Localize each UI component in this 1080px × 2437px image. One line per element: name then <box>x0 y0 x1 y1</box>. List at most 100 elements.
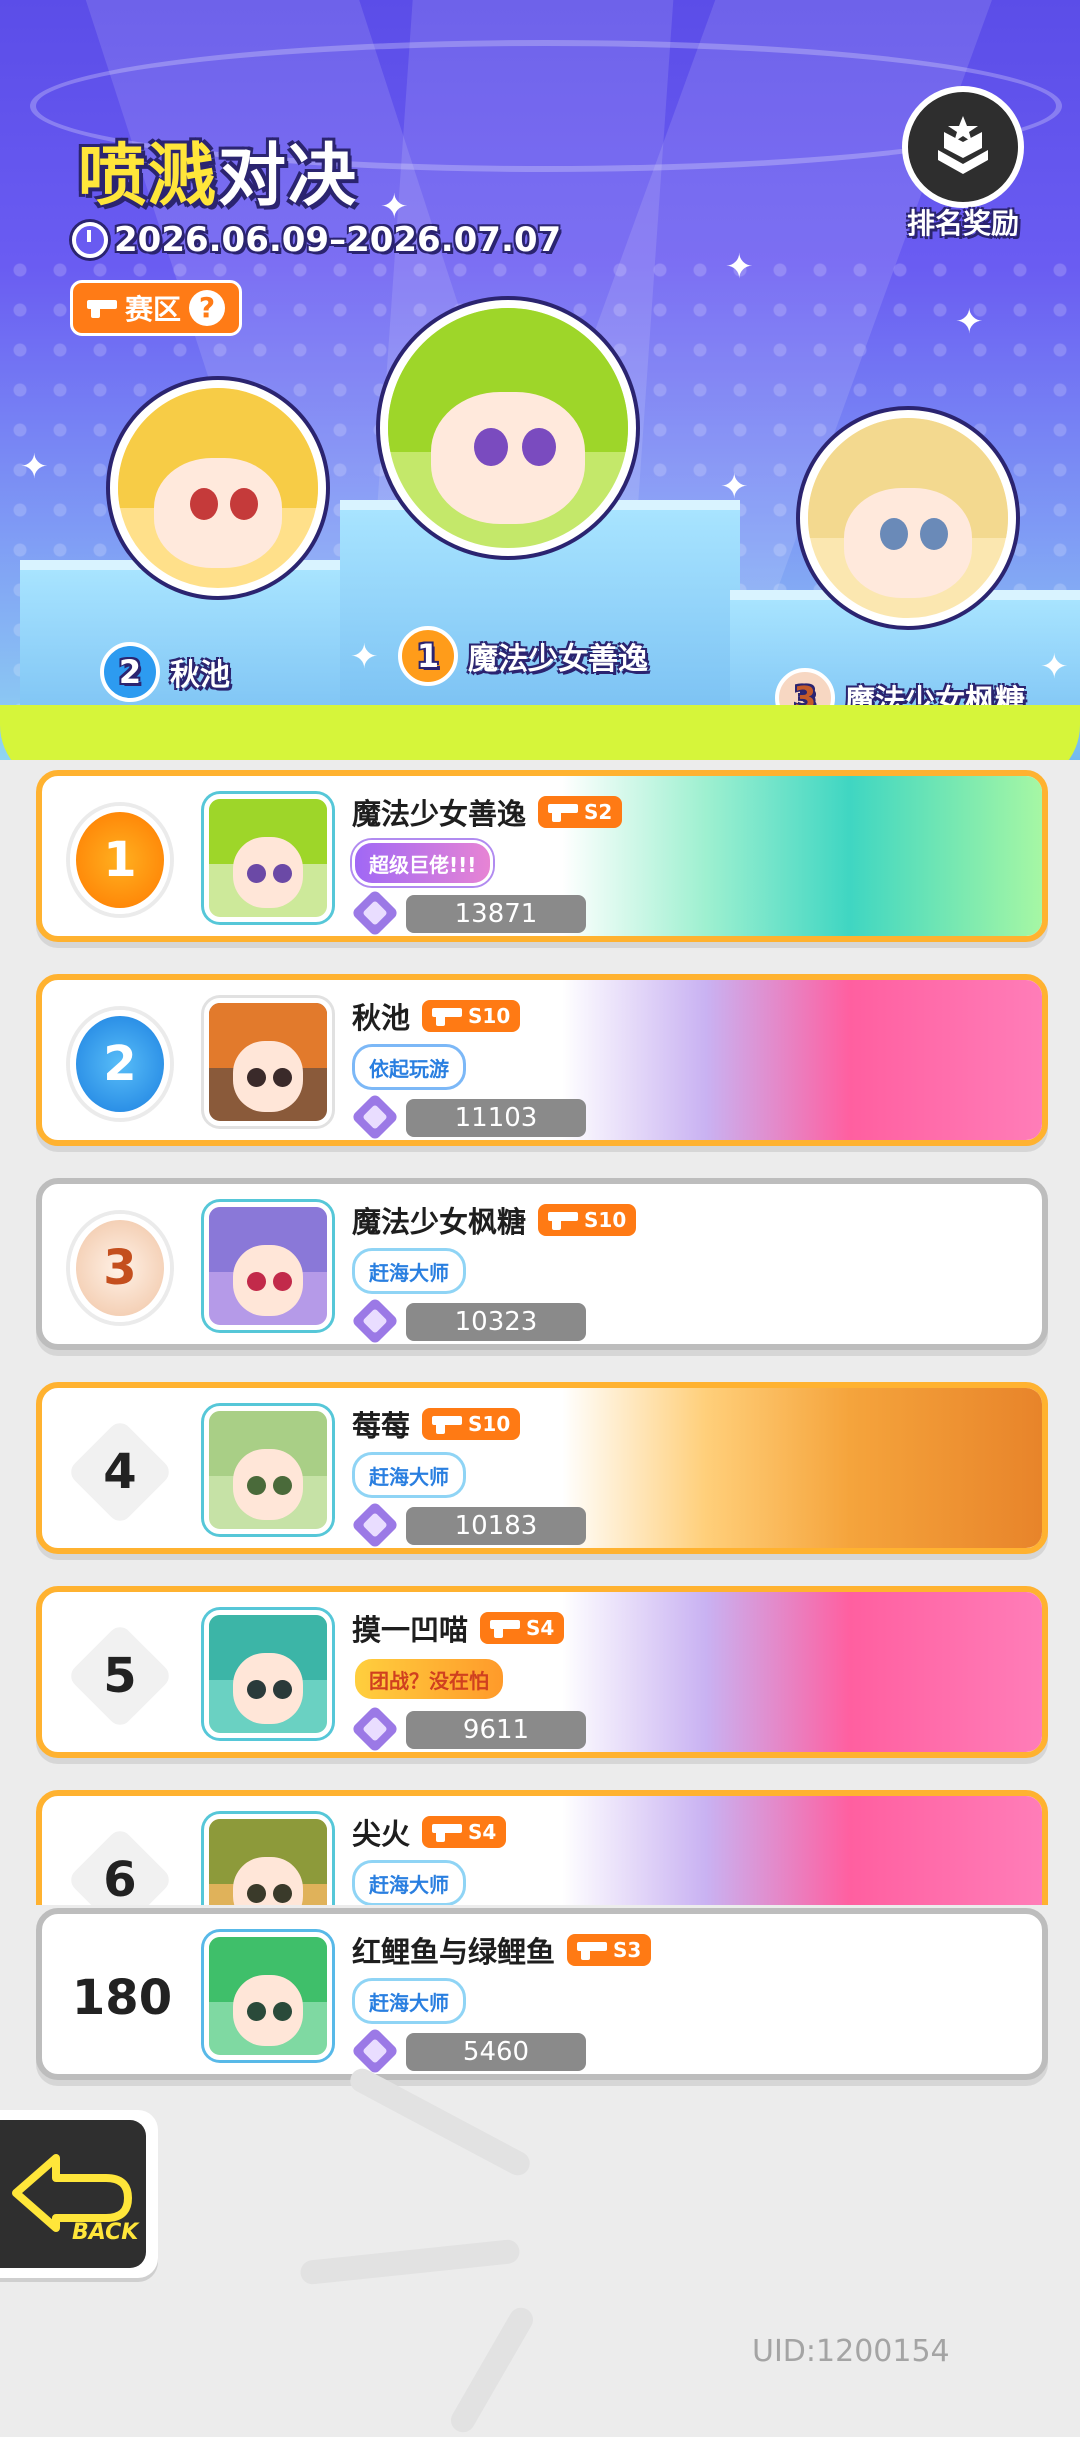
sparkle-icon: ✦ <box>350 637 379 677</box>
water-gun-icon <box>490 1618 521 1638</box>
rank-emblem-icon <box>352 1710 398 1750</box>
season-label: S10 <box>584 1208 627 1232</box>
background-doodle <box>346 2064 534 2180</box>
score-value: 11103 <box>406 1099 586 1137</box>
score-value: 9611 <box>406 1711 586 1749</box>
water-gun-icon <box>87 298 117 318</box>
rank-cell: 4 <box>66 1418 174 1526</box>
zone-button[interactable]: 赛区 ? <box>70 280 243 336</box>
event-title-highlight: 喷溅 <box>78 137 219 216</box>
title-badge: 赶海大师 <box>352 1860 466 1905</box>
score-value: 5460 <box>406 2033 586 2071</box>
back-button[interactable]: BACK <box>0 2110 158 2278</box>
rank-cell: 1 <box>70 806 170 914</box>
rank-emblem-icon <box>352 1506 398 1546</box>
leaderboard-row[interactable]: 3 魔法少女枫糖 S10 赶海大师 10323 <box>36 1178 1048 1350</box>
user-id: UID:1200154 <box>752 2334 950 2369</box>
row-banner-art <box>562 1592 1042 1752</box>
leaderboard-row[interactable]: 2 秋池 S10 依起玩游 11103 <box>36 974 1048 1146</box>
rank-cell: 3 <box>70 1214 170 1322</box>
season-label: S10 <box>468 1412 511 1436</box>
rank-medal-icon: 1 <box>70 806 170 914</box>
row-banner-art <box>562 980 1042 1140</box>
event-title: 喷溅对决 <box>78 120 358 219</box>
background-doodle <box>446 2303 538 2437</box>
zone-label: 赛区 <box>125 293 182 326</box>
podium-name-first: 1 魔法少女善逸 <box>398 626 648 686</box>
podium-player-name: 魔法少女善逸 <box>468 642 648 677</box>
rank-emblem-icon <box>352 1302 398 1342</box>
leaderboard-row[interactable]: 5 摸一凹喵 S4 团战？没在怕 9611 <box>36 1586 1048 1758</box>
avatar[interactable] <box>204 1202 332 1330</box>
sparkle-icon: ✦ <box>720 467 749 507</box>
rank-cell: 180 <box>72 1948 172 2048</box>
player-name: 秋池 <box>352 1001 411 1035</box>
leaderboard-row[interactable]: 4 莓莓 S10 赶海大师 10183 <box>36 1382 1048 1554</box>
season-tag: S4 <box>480 1612 565 1644</box>
player-name: 莓莓 <box>352 1409 411 1443</box>
player-name: 摸一凹喵 <box>352 1613 469 1647</box>
my-rank-row[interactable]: 180 红鲤鱼与绿鲤鱼 S3 赶海大师 5460 <box>36 1908 1048 2080</box>
event-date-range: 2026.06.09–2026.07.07 <box>72 220 561 260</box>
title-badge: 团战？没在怕 <box>352 1656 506 1702</box>
water-gun-icon <box>548 1210 579 1230</box>
player-name: 尖火 <box>352 1817 411 1851</box>
water-gun-icon <box>432 1006 463 1026</box>
rank-medal-icon: 1 <box>398 626 458 686</box>
ranking-reward-button[interactable]: 排名奖励 <box>898 86 1028 240</box>
sparkle-icon: ✦ <box>725 247 754 287</box>
season-tag: S10 <box>538 1204 637 1236</box>
title-badge: 依起玩游 <box>352 1044 466 1090</box>
rank-cell: 5 <box>66 1622 174 1730</box>
slime-divider <box>0 705 1080 760</box>
podium-player-name: 秋池 <box>170 658 230 693</box>
player-name: 魔法少女枫糖 <box>352 1205 527 1239</box>
background-doodle <box>299 2238 521 2286</box>
season-label: S4 <box>526 1616 555 1640</box>
season-label: S4 <box>468 1820 497 1844</box>
rank-emblem-icon <box>352 894 398 934</box>
podium-character-third <box>800 410 1016 626</box>
help-icon[interactable]: ? <box>189 290 226 326</box>
score-value: 13871 <box>406 895 586 933</box>
water-gun-icon <box>577 1940 608 1960</box>
row-banner-art <box>562 1796 1042 1905</box>
season-tag: S2 <box>538 796 623 828</box>
rank-medal-icon: 3 <box>70 1214 170 1322</box>
leaderboard-row[interactable]: 1 魔法少女善逸 S2 超级巨佬!!! 13871 <box>36 770 1048 942</box>
rank-number: 180 <box>71 1970 173 2026</box>
rank-cell: 2 <box>70 1010 170 1118</box>
avatar[interactable] <box>204 1610 332 1738</box>
event-title-rest: 对决 <box>218 137 359 216</box>
avatar[interactable] <box>204 794 332 922</box>
season-tag: S10 <box>422 1408 521 1440</box>
avatar[interactable] <box>204 1932 332 2060</box>
score-value: 10183 <box>406 1507 586 1545</box>
water-gun-icon <box>432 1822 463 1842</box>
reward-icon <box>902 86 1024 208</box>
leaderboard-list[interactable]: 1 魔法少女善逸 S2 超级巨佬!!! 13871 2 秋池 S10 依起玩游 … <box>36 770 1048 1905</box>
leaderboard-row[interactable]: 6 尖火 S4 赶海大师 <box>36 1790 1048 1905</box>
rank-emblem-icon <box>352 1098 398 1138</box>
water-gun-icon <box>432 1414 463 1434</box>
avatar[interactable] <box>204 1406 332 1534</box>
rank-number: 5 <box>103 1648 137 1704</box>
title-badge: 赶海大师 <box>352 1248 466 1294</box>
season-tag: S10 <box>422 1000 521 1032</box>
player-name: 红鲤鱼与绿鲤鱼 <box>352 1935 556 1969</box>
avatar[interactable] <box>204 1814 332 1905</box>
rank-emblem-icon <box>352 2032 398 2072</box>
avatar[interactable] <box>204 998 332 1126</box>
sparkle-icon: ✦ <box>955 302 984 342</box>
event-banner: ✦ ✦ ✦ ✦ ✦ ✦ ✦ 喷溅对决 2026.06.09–2026.07.07… <box>0 0 1080 760</box>
sparkle-icon: ✦ <box>380 187 409 227</box>
season-label: S2 <box>584 800 613 824</box>
row-banner-art <box>562 1388 1042 1548</box>
rank-medal-icon: 2 <box>70 1010 170 1118</box>
sparkle-icon: ✦ <box>1040 647 1069 687</box>
season-label: S3 <box>613 1938 642 1962</box>
rank-number: 4 <box>103 1444 137 1500</box>
podium-character-second <box>110 380 326 596</box>
score-value: 10323 <box>406 1303 586 1341</box>
date-range-text: 2026.06.09–2026.07.07 <box>114 220 562 260</box>
